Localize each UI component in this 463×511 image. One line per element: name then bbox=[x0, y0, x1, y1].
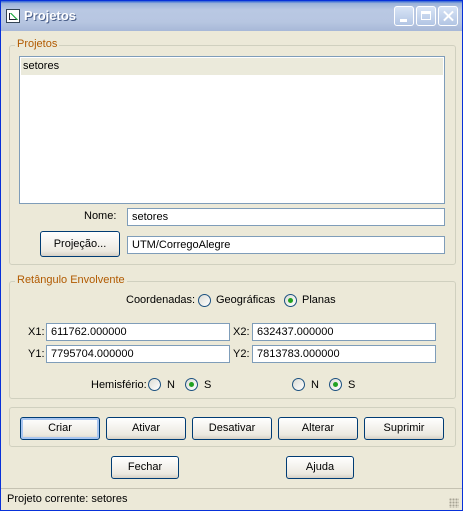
name-field[interactable]: setores bbox=[127, 208, 445, 226]
close-button[interactable] bbox=[438, 6, 458, 26]
selected-dot-icon bbox=[288, 298, 293, 303]
x2-label: X2: bbox=[233, 326, 250, 338]
hemisphere-right-n-radio[interactable] bbox=[292, 378, 305, 391]
alter-button[interactable]: Alterar bbox=[278, 417, 358, 440]
delete-button[interactable]: Suprimir bbox=[364, 417, 444, 440]
status-text: Projeto corrente: setores bbox=[7, 493, 128, 505]
list-item[interactable]: setores bbox=[21, 58, 443, 75]
maximize-icon bbox=[421, 11, 431, 20]
hemisphere-left-s-radio[interactable] bbox=[185, 378, 198, 391]
window-title: Projetos bbox=[24, 8, 77, 23]
y2-label: Y2: bbox=[233, 348, 250, 360]
title-bar[interactable]: Projetos bbox=[1, 1, 462, 31]
planar-radio[interactable] bbox=[284, 294, 297, 307]
status-bar: Projeto corrente: setores bbox=[1, 488, 462, 511]
hemisphere-right-s-label: S bbox=[348, 379, 356, 391]
hemisphere-left-n-label: N bbox=[167, 379, 175, 391]
create-button[interactable]: Criar bbox=[20, 417, 100, 440]
selected-dot-icon bbox=[189, 382, 194, 387]
projects-window: Projetos Projetos setores Nome: setores … bbox=[0, 0, 463, 511]
y1-field[interactable]: 7795704.000000 bbox=[46, 345, 230, 363]
deactivate-button[interactable]: Desativar bbox=[192, 417, 272, 440]
x2-field[interactable]: 632437.000000 bbox=[252, 323, 436, 341]
x1-label: X1: bbox=[28, 326, 45, 338]
hemisphere-right-n-label: N bbox=[311, 379, 319, 391]
activate-button[interactable]: Ativar bbox=[106, 417, 186, 440]
help-button[interactable]: Ajuda bbox=[286, 456, 354, 479]
projection-field[interactable]: UTM/CorregoAlegre bbox=[127, 236, 445, 254]
minimize-icon bbox=[400, 19, 407, 22]
hemisphere-left-s-label: S bbox=[204, 379, 212, 391]
close-dialog-button[interactable]: Fechar bbox=[111, 456, 179, 479]
x1-field[interactable]: 611762.000000 bbox=[46, 323, 230, 341]
projects-list[interactable]: setores bbox=[19, 56, 445, 204]
geographic-label: Geográficas bbox=[216, 294, 276, 306]
minimize-button[interactable] bbox=[394, 6, 414, 26]
projection-button[interactable]: Projeção... bbox=[40, 231, 120, 257]
y1-label: Y1: bbox=[28, 348, 45, 360]
maximize-button[interactable] bbox=[416, 6, 436, 26]
coordinates-label: Coordenadas: bbox=[126, 294, 196, 306]
selected-dot-icon bbox=[333, 382, 338, 387]
name-label: Nome: bbox=[84, 210, 117, 222]
hemisphere-left-n-radio[interactable] bbox=[148, 378, 161, 391]
resize-grip-icon[interactable] bbox=[449, 498, 459, 508]
projects-group-legend: Projetos bbox=[15, 38, 60, 50]
planar-label: Planas bbox=[302, 294, 336, 306]
geographic-radio[interactable] bbox=[198, 294, 211, 307]
bounding-box-legend: Retângulo Envolvente bbox=[15, 274, 127, 286]
y2-field[interactable]: 7813783.000000 bbox=[252, 345, 436, 363]
hemisphere-label: Hemisfério: bbox=[91, 379, 147, 391]
hemisphere-right-s-radio[interactable] bbox=[329, 378, 342, 391]
chart-app-icon bbox=[6, 9, 20, 23]
